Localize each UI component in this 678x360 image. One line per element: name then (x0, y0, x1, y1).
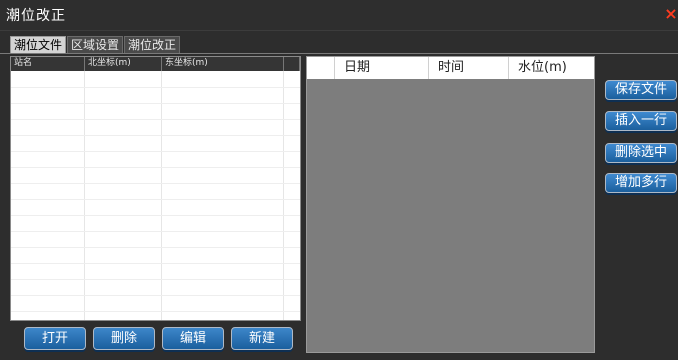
grid-line (84, 71, 85, 320)
grid-line (11, 311, 300, 312)
edit-button[interactable]: 编辑 (162, 327, 224, 350)
station-table-header: 站名 北坐标(m) 东坐标(m) (11, 57, 300, 71)
window-title: 潮位改正 (6, 8, 66, 24)
tide-data-table[interactable]: 日期 时间 水位(m) (306, 56, 595, 353)
delete-button[interactable]: 删除 (93, 327, 155, 350)
grid-line (11, 247, 300, 248)
tab-tide-file[interactable]: 潮位文件 (10, 36, 67, 53)
grid-line (11, 151, 300, 152)
new-button[interactable]: 新建 (231, 327, 293, 350)
column-header-station-name: 站名 (11, 57, 85, 71)
tide-correction-window: 潮位改正 × 潮位文件 区域设置 潮位改正 站名 北坐标(m) 东坐标(m) 打… (0, 0, 678, 360)
grid-line (11, 167, 300, 168)
grid-line (11, 135, 300, 136)
grid-line (11, 279, 300, 280)
tide-table-header: 日期 时间 水位(m) (307, 57, 594, 79)
tab-region-settings[interactable]: 区域设置 (67, 36, 124, 53)
grid-line (11, 119, 300, 120)
grid-line (11, 215, 300, 216)
save-file-button[interactable]: 保存文件 (605, 80, 677, 100)
tab-bar: 潮位文件 区域设置 潮位改正 (10, 36, 181, 53)
grid-line (11, 183, 300, 184)
delete-selected-button[interactable]: 删除选中 (605, 143, 677, 163)
grid-line (11, 263, 300, 264)
column-header-date: 日期 (335, 57, 429, 79)
column-header-time: 时间 (429, 57, 509, 79)
grid-line (161, 71, 162, 320)
tab-tide-correction[interactable]: 潮位改正 (124, 36, 181, 53)
grid-line (11, 103, 300, 104)
insert-row-button[interactable]: 插入一行 (605, 111, 677, 131)
title-bar: 潮位改正 × (0, 0, 678, 31)
grid-line (11, 295, 300, 296)
column-header-east-coord: 东坐标(m) (162, 57, 284, 71)
grid-line (11, 199, 300, 200)
column-header-row-index (307, 57, 335, 79)
add-rows-button[interactable]: 增加多行 (605, 173, 677, 193)
tab-divider (0, 53, 678, 54)
grid-line (11, 231, 300, 232)
column-header-north-coord: 北坐标(m) (85, 57, 162, 71)
close-icon[interactable]: × (664, 6, 678, 22)
grid-line (11, 87, 300, 88)
station-table[interactable]: 站名 北坐标(m) 东坐标(m) (10, 56, 301, 321)
open-button[interactable]: 打开 (24, 327, 86, 350)
grid-line (283, 71, 284, 320)
column-header-water-level: 水位(m) (518, 60, 567, 75)
station-table-body[interactable] (11, 71, 300, 320)
column-header-spacer (284, 57, 300, 71)
